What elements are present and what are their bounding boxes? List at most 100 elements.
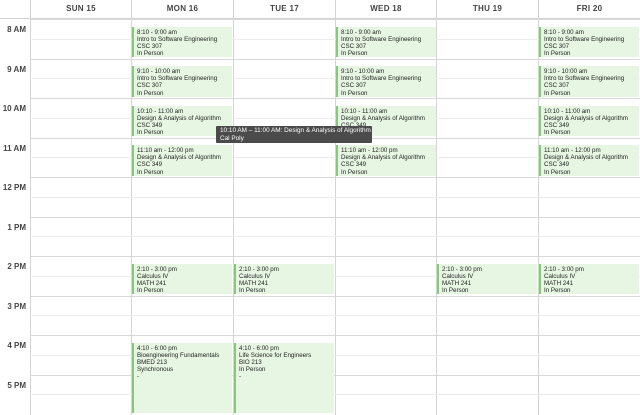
event-time: 10:10 - 11:00 am — [137, 107, 184, 115]
event-detail: In Person — [239, 287, 266, 295]
event-detail: MATH 241 — [137, 279, 167, 287]
event-detail: In Person — [137, 287, 164, 295]
hour-gridline — [30, 335, 640, 336]
calendar-event[interactable]: 4:10 - 6:00 pm Bioengineering Fundamental… — [132, 342, 232, 413]
calendar-event[interactable]: 9:10 - 10:00 am Intro to Software Enginee… — [336, 66, 436, 97]
event-time: 8:10 - 9:00 am — [544, 28, 584, 36]
event-detail: MATH 241 — [544, 279, 574, 287]
time-label: 4 PM — [7, 341, 26, 350]
calendar-event[interactable]: 8:10 - 9:00 am Intro to Software Engineer… — [132, 26, 232, 58]
time-label: 2 PM — [7, 262, 26, 271]
calendar-event[interactable]: 8:10 - 9:00 am Intro to Software Engineer… — [539, 26, 639, 58]
event-detail: In Person — [239, 366, 266, 374]
event-detail: In Person — [137, 129, 164, 137]
time-label: 8 AM — [7, 25, 26, 34]
event-detail: CSC 307 — [544, 42, 570, 50]
day-header-wed-18[interactable]: WED 18 — [335, 0, 436, 18]
hour-gridline — [30, 256, 640, 257]
event-title: Calculus IV — [442, 272, 474, 280]
calendar-event[interactable]: 8:10 - 9:00 am Intro to Software Engineer… — [336, 26, 436, 58]
time-label: 9 AM — [7, 64, 26, 74]
event-time: 10:10 - 11:00 am — [544, 107, 591, 115]
calendar-event[interactable]: 11:10 am - 12:00 pm Design & Analysis of … — [132, 145, 232, 176]
event-detail: MATH 241 — [442, 279, 472, 287]
time-label: 12 PM — [2, 183, 26, 192]
hour-gridline — [30, 216, 640, 218]
event-detail: CSC 349 — [341, 161, 367, 169]
event-title: Intro to Software Engineering — [544, 75, 625, 83]
calendar-event[interactable]: 11:10 am - 12:00 pm Design & Analysis of … — [336, 145, 436, 176]
day-header-tue-17[interactable]: TUE 17 — [233, 0, 335, 18]
event-detail: In Person — [544, 129, 571, 137]
event-detail: In Person — [442, 287, 469, 295]
event-tooltip: 10:10 AM – 11:00 AM: Design & Analysis o… — [216, 126, 372, 143]
time-label: 3 PM — [7, 301, 26, 311]
calendar-event[interactable]: 2:10 - 3:00 pm Calculus IV MATH 241 In Pers… — [539, 263, 639, 295]
event-detail: CSC 349 — [137, 121, 163, 129]
event-detail: CSC 307 — [341, 82, 367, 90]
calendar-event[interactable]: 4:10 - 6:00 pm Life Science for Engineers… — [234, 342, 334, 413]
time-label: 5 PM — [7, 380, 26, 390]
event-title: Life Science for Engineers — [239, 351, 312, 359]
time-label: 10 AM — [2, 104, 26, 113]
event-time: 9:10 - 10:00 am — [544, 68, 588, 76]
calendar-event[interactable]: 10:10 - 11:00 am Design & Analysis of Alg… — [539, 105, 639, 137]
hour-gridline — [30, 58, 640, 60]
calendar-event[interactable]: 2:10 - 3:00 pm Calculus IV MATH 241 In Pers… — [234, 263, 334, 295]
event-detail: CSC 349 — [544, 161, 570, 169]
event-detail: Synchronous — [137, 366, 174, 374]
event-title: Calculus IV — [544, 272, 576, 280]
half-hour-gridline — [30, 236, 640, 238]
tooltip-subtitle: Cal Poly — [220, 134, 244, 142]
event-detail: In Person — [137, 89, 164, 97]
hour-gridline — [30, 374, 640, 376]
event-title: Bioengineering Fundamentals — [137, 351, 220, 359]
day-header-thu-19[interactable]: THU 19 — [436, 0, 538, 18]
hour-gridline — [30, 295, 640, 297]
hour-gridline — [30, 177, 640, 178]
event-time: 11:10 am - 12:00 pm — [341, 147, 398, 155]
hour-gridline — [30, 19, 640, 20]
event-title: Intro to Software Engineering — [341, 75, 422, 83]
event-detail: CSC 349 — [544, 121, 570, 129]
event-time: 2:10 - 3:00 pm — [442, 265, 482, 273]
weekly-calendar: SUN 15 MON 16 TUE 17 WED 18 THU 19 FRI 20 8 A… — [0, 0, 640, 415]
event-time: 4:10 - 6:00 pm — [137, 344, 177, 352]
day-header-mon-16[interactable]: MON 16 — [131, 0, 233, 18]
calendar-event[interactable]: 9:10 - 10:00 am Intro to Software Enginee… — [539, 66, 639, 97]
event-title: Design & Analysis of Algorithm — [341, 114, 425, 122]
event-time: 2:10 - 3:00 pm — [239, 265, 279, 273]
event-detail: In Person — [544, 287, 571, 295]
day-header-sun-15[interactable]: SUN 15 — [30, 0, 131, 18]
event-time: 8:10 - 9:00 am — [341, 28, 381, 36]
calendar-event[interactable]: 9:10 - 10:00 am Intro to Software Enginee… — [132, 66, 232, 97]
half-hour-gridline — [30, 315, 640, 317]
event-time: 10:10 - 11:00 am — [341, 107, 388, 115]
tooltip-title: 10:10 AM – 11:00 AM: Design & Analysis o… — [220, 127, 371, 134]
calendar-event[interactable]: 2:10 - 3:00 pm Calculus IV MATH 241 In Pers… — [437, 263, 537, 295]
event-title: Intro to Software Engineering — [137, 35, 218, 43]
event-time: 4:10 - 6:00 pm — [239, 344, 279, 352]
event-detail: BMED 213 — [137, 358, 167, 366]
time-label: 11 AM — [3, 143, 26, 153]
event-detail: In Person — [341, 50, 368, 58]
event-detail: - — [137, 373, 140, 381]
event-time: 11:10 am - 12:00 pm — [137, 147, 194, 155]
event-time: 2:10 - 3:00 pm — [137, 265, 177, 273]
calendar-event[interactable]: 11:10 am - 12:00 pm Design & Analysis of … — [539, 145, 639, 176]
event-detail: MATH 241 — [239, 279, 269, 287]
calendar-event[interactable]: 2:10 - 3:00 pm Calculus IV MATH 241 In Pers… — [132, 263, 232, 295]
hour-gridline — [30, 98, 640, 99]
event-detail: CSC 307 — [341, 42, 367, 50]
event-detail: In Person — [544, 168, 571, 176]
event-title: Intro to Software Engineering — [544, 35, 625, 43]
event-title: Calculus IV — [137, 272, 169, 280]
event-detail: - — [239, 373, 242, 381]
event-detail: CSC 307 — [137, 82, 163, 90]
event-title: Design & Analysis of Algorithm — [544, 154, 628, 162]
day-header-fri-20[interactable]: FRI 20 — [538, 0, 640, 18]
half-hour-gridline — [30, 196, 640, 198]
half-hour-gridline — [30, 394, 640, 396]
event-time: 11:10 am - 12:00 pm — [544, 147, 601, 155]
event-detail: In Person — [137, 50, 164, 58]
